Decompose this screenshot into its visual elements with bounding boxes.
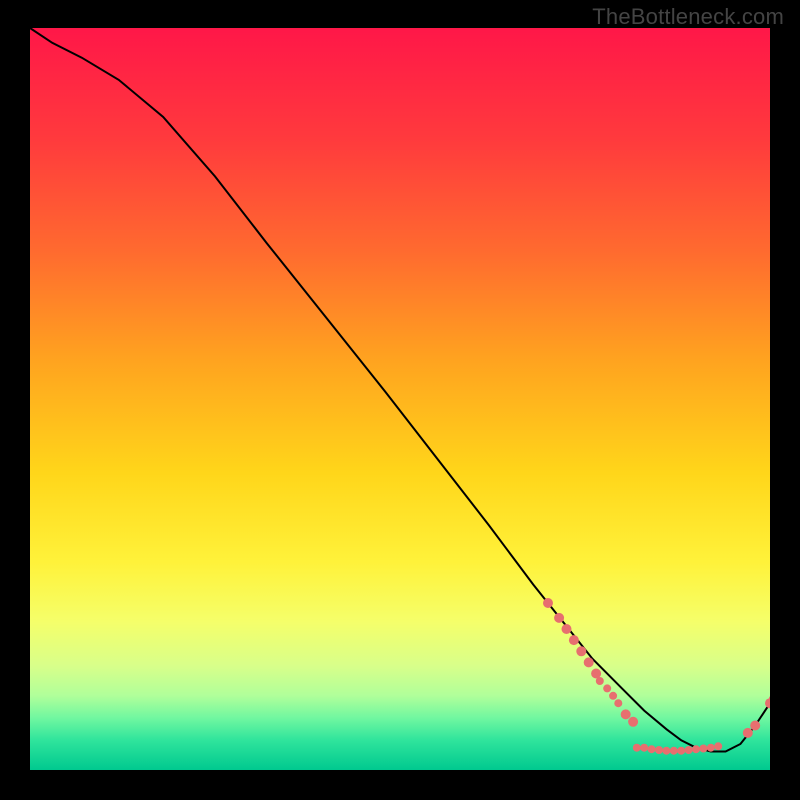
highlight-dot xyxy=(628,717,638,727)
highlight-dot xyxy=(714,742,722,750)
highlight-dot xyxy=(685,746,693,754)
highlight-dot xyxy=(543,598,553,608)
highlight-dot xyxy=(584,657,594,667)
highlight-dot xyxy=(562,624,572,634)
highlight-dot xyxy=(743,728,753,738)
highlight-dot xyxy=(750,721,760,731)
chart-background xyxy=(30,28,770,770)
highlight-dot xyxy=(609,692,617,700)
highlight-dot xyxy=(662,747,670,755)
chart-plot-area xyxy=(30,28,770,770)
highlight-dot xyxy=(603,684,611,692)
highlight-dot xyxy=(554,613,564,623)
highlight-dot xyxy=(707,744,715,752)
watermark-label: TheBottleneck.com xyxy=(592,4,784,30)
highlight-dot xyxy=(621,709,631,719)
highlight-dot xyxy=(692,745,700,753)
highlight-dot xyxy=(633,744,641,752)
chart-svg xyxy=(30,28,770,770)
highlight-dot xyxy=(591,669,601,679)
highlight-dot xyxy=(596,677,604,685)
highlight-dot xyxy=(648,745,656,753)
highlight-dot xyxy=(640,744,648,752)
highlight-dot xyxy=(699,745,707,753)
highlight-dot xyxy=(677,747,685,755)
highlight-dot xyxy=(576,646,586,656)
highlight-dot xyxy=(614,699,622,707)
highlight-dot xyxy=(670,747,678,755)
highlight-dot xyxy=(655,746,663,754)
highlight-dot xyxy=(569,635,579,645)
